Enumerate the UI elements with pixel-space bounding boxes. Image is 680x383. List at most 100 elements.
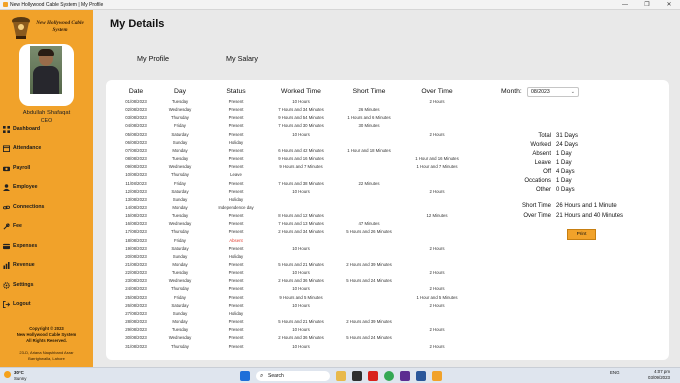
tab-my-profile[interactable]: My Profile <box>137 54 169 63</box>
summary-value: 0 Days <box>556 187 575 193</box>
cell-day: Saturday <box>171 245 189 251</box>
cell-short: 5 Hours and 26 Minutes <box>346 229 392 235</box>
cell-day: Wednesday <box>168 335 192 341</box>
cell-over: 2 Hours <box>429 188 445 194</box>
maximize-button[interactable]: ❐ <box>636 0 658 10</box>
cell-day: Thursday <box>171 343 189 349</box>
cell-day: Thursday <box>171 286 189 292</box>
close-button[interactable]: ✕ <box>658 0 680 10</box>
cell-status: Independence day <box>218 204 254 210</box>
cell-day: Sunday <box>172 253 188 259</box>
trophy-logo-icon <box>12 17 30 39</box>
cell-worked: 7 Hours and 34 Minutes <box>278 107 324 113</box>
copyright: Copyright © 2023 New Hollywood Cable Sys… <box>0 326 93 344</box>
nav-attendance-label: Attendance <box>13 145 42 151</box>
cell-date: 15/08/2023 <box>125 213 147 219</box>
title-bar: New Hollywood Cable System | My Profile … <box>0 0 680 10</box>
nav-logout-label: Logout <box>13 301 31 307</box>
cell-worked: 7 Hours and 30 Minutes <box>278 123 324 129</box>
file-explorer-icon[interactable] <box>336 371 346 381</box>
cell-date: 27/08/2023 <box>125 310 147 316</box>
cell-short: 5 Hours and 24 Minutes <box>346 278 392 284</box>
cell-status: Present <box>228 188 244 194</box>
visual-studio-icon[interactable] <box>400 371 410 381</box>
nav-logout[interactable]: Logout <box>3 298 89 310</box>
word-icon[interactable] <box>416 371 426 381</box>
cable-app-icon[interactable] <box>432 371 442 381</box>
page-title: My Details <box>110 18 165 30</box>
print-button[interactable]: Print <box>567 229 596 240</box>
cell-date: 07/08/2023 <box>125 147 147 153</box>
nav-settings[interactable]: Settings <box>3 279 89 291</box>
cell-worked: 10 Hours <box>292 327 310 333</box>
nav-fee[interactable]: Fee <box>3 220 89 232</box>
cell-date: 17/08/2023 <box>125 229 147 235</box>
nav-dashboard[interactable]: Dashboard <box>3 123 89 135</box>
expenses-icon <box>3 243 10 250</box>
windows-start-icon[interactable] <box>240 371 250 381</box>
cell-day: Friday <box>174 123 186 129</box>
cell-day: Sunday <box>172 196 188 202</box>
cell-worked: 2 Hours and 36 Minutes <box>278 335 324 341</box>
cell-short: 2 Hours and 39 Minutes <box>346 262 392 267</box>
minimize-button[interactable]: — <box>614 0 636 10</box>
cell-date: 11/08/2023 <box>125 180 147 186</box>
clock-date: 03/09/2023 <box>648 375 670 380</box>
cell-date: 04/08/2023 <box>125 123 147 129</box>
taskbar-search[interactable]: ⌕ Search <box>256 371 330 381</box>
cell-status: Present <box>228 335 244 341</box>
cell-status: Leave <box>230 172 242 178</box>
payroll-icon <box>3 166 10 172</box>
cell-status: Present <box>228 115 244 121</box>
cell-worked: 5 Hours and 21 Minutes <box>278 319 324 325</box>
weather-desc: Sunny <box>14 375 27 381</box>
cell-status: Present <box>228 229 244 235</box>
cell-status: Present <box>228 319 244 325</box>
cell-worked: 2 Hours and 36 Minutes <box>278 278 324 284</box>
cell-over: 12 Minutes <box>426 213 448 219</box>
cell-worked: 6 Hours and 42 Minutes <box>278 147 324 153</box>
taskbar: 30°C Sunny ⌕ Search ENG 4:07 pm 03/09/20… <box>0 367 680 383</box>
netflix-icon[interactable] <box>368 371 378 381</box>
cell-day: Tuesday <box>171 156 189 162</box>
cell-short: 1 Hours and 6 Minutes <box>347 115 391 121</box>
month-value: 08/2023 <box>531 89 550 95</box>
chrome-icon[interactable] <box>384 371 394 381</box>
cell-status: Present <box>228 156 244 162</box>
cell-worked: 10 Hours <box>292 343 310 349</box>
nav-connections[interactable]: Connections <box>3 201 89 213</box>
cell-status: Present <box>228 262 244 267</box>
nav-payroll-label: Payroll <box>13 165 31 171</box>
cell-date: 10/08/2023 <box>125 172 147 178</box>
cell-status: Present <box>228 213 244 219</box>
nav-payroll[interactable]: Payroll <box>3 162 89 174</box>
cell-status: Present <box>228 343 244 349</box>
cell-status: Present <box>228 99 244 104</box>
clock[interactable]: 4:07 pm 03/09/2023 <box>640 369 670 381</box>
nav-employee[interactable]: Employee <box>3 181 89 193</box>
media-app-icon[interactable] <box>352 371 362 381</box>
cell-worked: 2 Hours and 34 Minutes <box>278 229 324 235</box>
main-content: My Details My Profile My Salary Date Day… <box>93 10 680 367</box>
cell-date: 23/08/2023 <box>125 278 147 284</box>
cell-worked: 10 Hours <box>292 286 310 292</box>
header-short-time: Short Time <box>352 88 386 95</box>
system-tray[interactable]: ENG <box>610 370 620 375</box>
cell-over: 2 Hours <box>429 302 445 308</box>
cell-day: Thursday <box>171 172 189 178</box>
nav-revenue[interactable]: Revenue <box>3 259 89 271</box>
nav-attendance[interactable]: Attendance <box>3 142 89 154</box>
cell-date: 24/08/2023 <box>125 286 147 292</box>
brand-name: New Hollywood Cable System <box>36 20 84 33</box>
cell-date: 18/08/2023 <box>125 237 147 243</box>
cell-status: Absent <box>229 237 243 243</box>
summary-label: Total <box>538 133 551 139</box>
cell-worked: 8 Hours and 12 Minutes <box>278 213 324 219</box>
cell-over: 2 Hours <box>429 270 445 276</box>
nav-expenses[interactable]: Expenses <box>3 240 89 252</box>
details-card: Date Day Status Worked Time Short Time O… <box>106 80 669 360</box>
tab-my-salary[interactable]: My Salary <box>226 54 258 63</box>
cell-worked: 9 Hours and 54 Minutes <box>278 115 324 121</box>
month-select[interactable]: 08/2023 ⌄ <box>527 87 579 97</box>
cell-status: Present <box>228 180 244 186</box>
